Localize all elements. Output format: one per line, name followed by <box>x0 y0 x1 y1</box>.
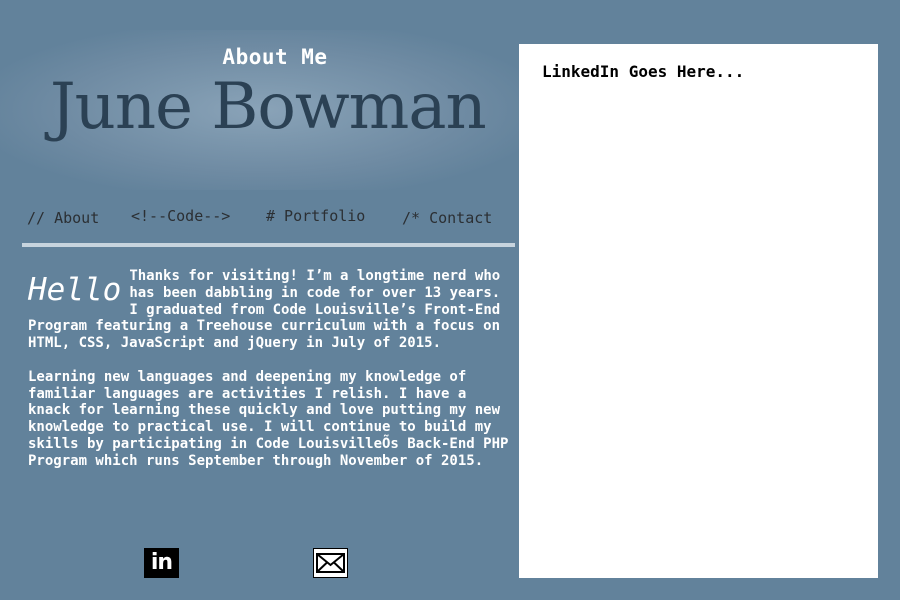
nav-item-code[interactable]: <!--Code--> <box>131 207 230 225</box>
skills-paragraph: Learning new languages and deepening my … <box>28 368 509 469</box>
nav-item-portfolio[interactable]: # Portfolio <box>266 207 365 225</box>
mail-icon[interactable] <box>313 548 348 578</box>
linkedin-icon[interactable]: in <box>144 548 179 578</box>
linkedin-panel: LinkedIn Goes Here... <box>519 44 878 578</box>
page-title: June Bowman <box>50 70 487 144</box>
envelope-icon <box>316 553 345 573</box>
about-content: Hello Thanks for visiting! I’m a longtim… <box>28 268 510 470</box>
nav-divider <box>22 243 515 247</box>
greeting: Hello <box>28 272 122 308</box>
nav-item-about[interactable]: // About <box>27 209 99 227</box>
nav-item-contact[interactable]: /* Contact <box>402 209 492 227</box>
page-subtitle: About Me <box>222 45 328 69</box>
linkedin-placeholder-text: LinkedIn Goes Here... <box>542 62 745 81</box>
